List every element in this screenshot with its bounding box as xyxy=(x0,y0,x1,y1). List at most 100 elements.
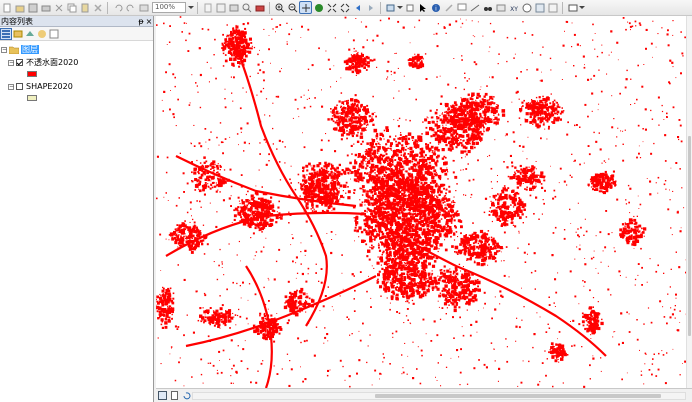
layer-visibility-checkbox[interactable] xyxy=(16,83,23,90)
fixed-zoom-in-icon[interactable] xyxy=(326,2,337,13)
impervious-pixel xyxy=(382,197,384,200)
list-by-source-icon[interactable] xyxy=(13,29,23,39)
go-to-xy-icon[interactable]: XY xyxy=(508,2,519,13)
impervious-pixel xyxy=(483,95,486,98)
redo-icon[interactable] xyxy=(125,2,136,13)
full-extent-icon[interactable] xyxy=(313,2,324,13)
chevron-down-icon[interactable] xyxy=(188,2,194,13)
clear-selection-icon[interactable] xyxy=(404,2,415,13)
map-display[interactable] xyxy=(156,16,692,388)
forward-extent-icon[interactable] xyxy=(365,2,376,13)
fixed-zoom-out-icon[interactable] xyxy=(339,2,350,13)
impervious-pixel xyxy=(255,223,259,227)
layer-name[interactable]: 不透水面2020 xyxy=(26,57,78,68)
zoom-out-icon[interactable] xyxy=(287,2,298,13)
impervious-pixel xyxy=(397,163,401,167)
save-icon[interactable] xyxy=(27,2,38,13)
impervious-pixel xyxy=(416,61,418,63)
measure-icon[interactable] xyxy=(469,2,480,13)
list-by-visibility-icon[interactable] xyxy=(25,29,35,39)
layers-group-label[interactable]: 图层 xyxy=(21,45,39,54)
impervious-pixel xyxy=(594,184,598,188)
copy-icon[interactable] xyxy=(66,2,77,13)
map-scale-combo[interactable]: 100% xyxy=(152,2,186,13)
time-slider-icon[interactable] xyxy=(521,2,532,13)
impervious-pixel xyxy=(336,119,338,122)
impervious-surface-map[interactable] xyxy=(156,16,692,388)
back-extent-icon[interactable] xyxy=(352,2,363,13)
layer-row-shape[interactable]: − SHAPE2020 xyxy=(0,81,153,92)
add-data-icon[interactable] xyxy=(138,2,149,13)
impervious-pixel xyxy=(332,190,335,193)
pan-icon[interactable] xyxy=(299,1,312,14)
impervious-pixel xyxy=(456,253,459,255)
table-icon[interactable] xyxy=(215,2,226,13)
create-viewer-icon[interactable] xyxy=(567,2,578,13)
expand-toggle[interactable]: − xyxy=(8,59,14,66)
identify-icon[interactable]: i xyxy=(430,2,441,13)
layer-visibility-checkbox[interactable] xyxy=(16,59,23,66)
cut-icon[interactable] xyxy=(53,2,64,13)
impervious-pixel xyxy=(352,165,356,170)
impervious-pixel xyxy=(303,195,307,199)
pin-icon[interactable]: ᵽ xyxy=(137,17,145,26)
impervious-pixel xyxy=(249,199,251,202)
impervious-pixel xyxy=(468,109,472,113)
chevron-down-icon[interactable] xyxy=(397,2,403,13)
editor-icon[interactable] xyxy=(202,2,213,13)
find-route-icon[interactable] xyxy=(495,2,506,13)
find-icon[interactable] xyxy=(482,2,493,13)
impervious-pixel xyxy=(390,255,392,257)
search-window-icon[interactable] xyxy=(241,2,252,13)
impervious-pixel xyxy=(472,247,476,250)
swipe-icon[interactable] xyxy=(534,2,545,13)
expand-toggle[interactable]: − xyxy=(8,83,14,90)
print-icon[interactable] xyxy=(40,2,51,13)
impervious-pixel xyxy=(420,180,422,182)
viewer-icon[interactable] xyxy=(547,2,558,13)
impervious-pixel xyxy=(365,157,367,159)
impervious-pixel xyxy=(264,202,267,204)
undo-icon[interactable] xyxy=(112,2,123,13)
list-by-selection-icon[interactable] xyxy=(37,29,47,39)
select-features-icon[interactable] xyxy=(385,2,396,13)
expand-toggle[interactable]: − xyxy=(1,46,7,53)
impervious-pixel xyxy=(375,197,378,200)
open-icon[interactable] xyxy=(14,2,25,13)
impervious-pixel xyxy=(372,123,375,126)
impervious-pixel xyxy=(468,234,470,236)
new-document-icon[interactable] xyxy=(1,2,12,13)
delete-icon[interactable] xyxy=(92,2,103,13)
layers-group-row[interactable]: − 图层 xyxy=(0,44,153,55)
paste-icon[interactable] xyxy=(79,2,90,13)
impervious-pixel xyxy=(238,65,241,68)
impervious-pixel xyxy=(319,196,323,200)
catalog-icon[interactable] xyxy=(228,2,239,13)
layer-name[interactable]: SHAPE2020 xyxy=(26,82,73,91)
impervious-pixel xyxy=(473,104,476,107)
impervious-pixel xyxy=(336,190,340,194)
html-popup-icon[interactable] xyxy=(456,2,467,13)
arctoolbox-icon[interactable] xyxy=(254,2,265,13)
impervious-pixel xyxy=(435,223,437,226)
hyperlink-icon[interactable] xyxy=(443,2,454,13)
legend-swatch[interactable] xyxy=(27,94,37,101)
impervious-pixel xyxy=(360,143,363,145)
list-by-drawing-order-icon[interactable] xyxy=(0,27,12,40)
options-icon[interactable] xyxy=(49,29,59,39)
close-icon[interactable]: × xyxy=(145,17,153,26)
impervious-pixel xyxy=(312,164,316,168)
layer-row-impervious[interactable]: − 不透水面2020 xyxy=(0,57,153,68)
impervious-pixel xyxy=(465,131,468,133)
select-elements-icon[interactable] xyxy=(417,2,428,13)
impervious-pixel xyxy=(365,160,367,162)
zoom-in-icon[interactable] xyxy=(274,2,285,13)
legend-swatch[interactable] xyxy=(27,70,37,77)
impervious-pixel xyxy=(413,236,416,239)
impervious-pixel xyxy=(280,217,283,220)
impervious-pixel xyxy=(475,99,477,101)
impervious-pixel xyxy=(492,247,495,250)
impervious-pixel xyxy=(248,43,250,46)
chevron-down-icon[interactable] xyxy=(579,2,585,13)
impervious-pixel xyxy=(376,194,380,198)
